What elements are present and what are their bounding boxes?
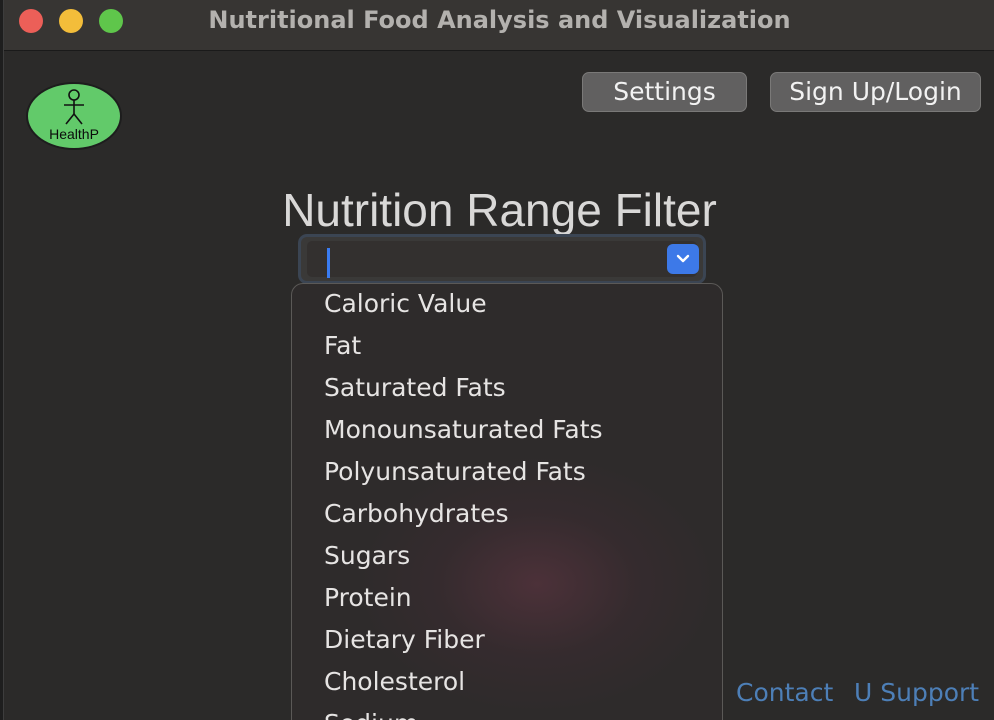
page-title: Nutrition Range Filter <box>282 184 717 236</box>
dropdown-option[interactable]: Fat <box>292 326 722 368</box>
dropdown-option[interactable]: Polyunsaturated Fats <box>292 452 722 494</box>
dropdown-option[interactable]: Sodium <box>292 704 722 720</box>
stick-figure-icon <box>64 89 84 125</box>
settings-button[interactable]: Settings <box>582 72 747 112</box>
contact-link[interactable]: Contact <box>736 678 833 707</box>
support-link[interactable]: U Support <box>854 678 979 707</box>
dropdown-option[interactable]: Carbohydrates <box>292 494 722 536</box>
dropdown-option[interactable]: Dietary Fiber <box>292 620 722 662</box>
title-bar: Nutritional Food Analysis and Visualizat… <box>4 0 994 51</box>
filter-dropdown-menu: Caloric Value Fat Saturated Fats Monouns… <box>291 283 723 720</box>
logo-text: HealthP <box>49 126 99 142</box>
window-title: Nutritional Food Analysis and Visualizat… <box>208 6 791 34</box>
chevron-down-icon <box>676 254 690 263</box>
dropdown-option[interactable]: Saturated Fats <box>292 368 722 410</box>
dropdown-option[interactable]: Caloric Value <box>292 284 722 326</box>
text-caret <box>327 248 330 278</box>
dropdown-option[interactable]: Monounsaturated Fats <box>292 410 722 452</box>
dropdown-option[interactable]: Cholesterol <box>292 662 722 704</box>
healthp-logo: HealthP <box>26 82 122 150</box>
combobox-dropdown-button[interactable] <box>667 244 699 274</box>
nutrition-filter-combobox[interactable] <box>301 237 703 281</box>
dropdown-option[interactable]: Protein <box>292 578 722 620</box>
app-window: Nutritional Food Analysis and Visualizat… <box>3 0 994 720</box>
dropdown-option[interactable]: Sugars <box>292 536 722 578</box>
sign-up-login-button[interactable]: Sign Up/Login <box>770 72 981 112</box>
combobox-text-field[interactable] <box>307 241 697 278</box>
